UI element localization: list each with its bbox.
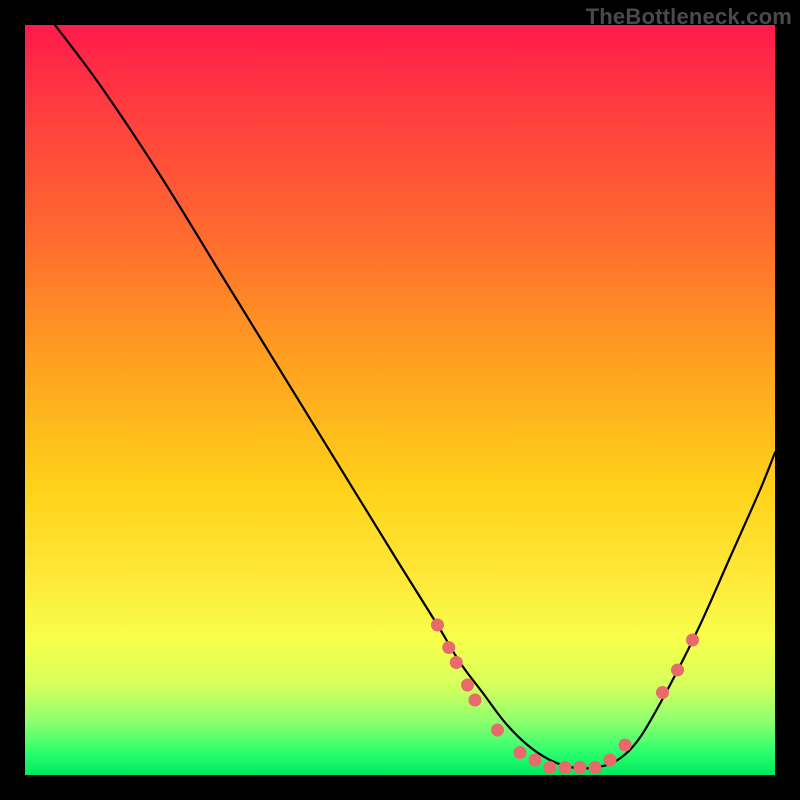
data-marker: [656, 686, 669, 699]
data-marker: [544, 761, 557, 774]
data-marker: [574, 761, 587, 774]
data-marker: [604, 754, 617, 767]
data-markers: [431, 619, 699, 775]
data-marker: [559, 761, 572, 774]
curve-svg: [25, 25, 775, 775]
bottleneck-curve: [55, 25, 775, 768]
data-marker: [514, 746, 527, 759]
chart-frame: TheBottleneck.com: [0, 0, 800, 800]
data-marker: [686, 634, 699, 647]
data-marker: [442, 641, 455, 654]
data-marker: [450, 656, 463, 669]
data-marker: [529, 754, 542, 767]
data-marker: [491, 724, 504, 737]
data-marker: [589, 761, 602, 774]
data-marker: [461, 679, 474, 692]
data-marker: [431, 619, 444, 632]
plot-area: [25, 25, 775, 775]
data-marker: [619, 739, 632, 752]
data-marker: [469, 694, 482, 707]
data-marker: [671, 664, 684, 677]
